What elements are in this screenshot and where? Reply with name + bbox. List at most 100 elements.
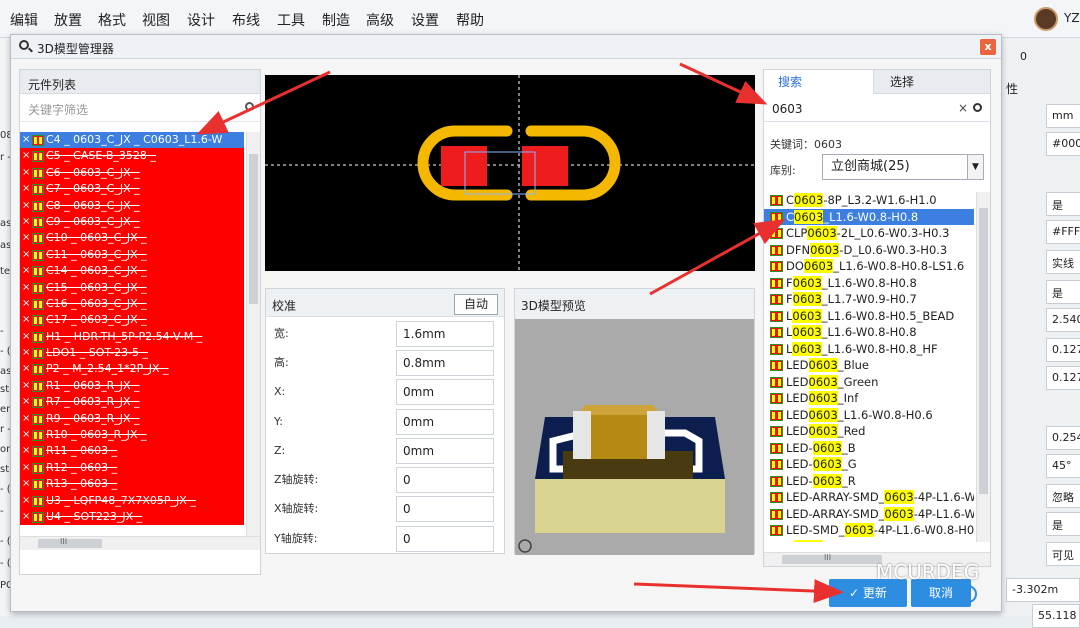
search-result-item[interactable]: R0603-4P-L1.6-W1.6-H0.6 bbox=[764, 539, 974, 542]
component-list-item[interactable]: × U4 _ SOT223_JX _ bbox=[20, 508, 244, 526]
search-result-item[interactable]: LED0603_Red bbox=[764, 423, 974, 440]
bg-value[interactable]: 55.118 bbox=[1032, 604, 1080, 628]
close-icon[interactable]: x bbox=[980, 39, 996, 55]
user-name[interactable]: YZ bbox=[1064, 11, 1080, 25]
component-list-item[interactable]: × C10 _ 0603_C_JX _ bbox=[20, 230, 244, 247]
scrollbar-thumb[interactable] bbox=[249, 154, 258, 304]
search-icon[interactable] bbox=[245, 102, 254, 111]
bg-value[interactable]: 0.127 bbox=[1046, 366, 1080, 390]
3d-preview-viewport[interactable] bbox=[515, 319, 754, 555]
bg-value[interactable]: mm bbox=[1046, 104, 1080, 128]
search-result-item[interactable]: LED0603_Green bbox=[764, 374, 974, 391]
footprint-canvas[interactable] bbox=[265, 75, 755, 271]
component-list-item[interactable]: × C6 _ 0603_C_JX _ bbox=[20, 164, 244, 182]
component-list-item[interactable]: × R10 _ 0603_R_JX _ bbox=[20, 427, 244, 444]
menu-advanced[interactable]: 高级 bbox=[366, 10, 394, 30]
component-list-item[interactable]: × C5 _ CASE-B_3528 _ bbox=[20, 148, 244, 165]
y-input[interactable]: 0mm bbox=[396, 409, 494, 435]
search-result-item[interactable]: LED-0603_R bbox=[764, 473, 974, 490]
component-list-item[interactable]: × U3 _ LQFP48_7X7X05P_JX _ bbox=[20, 492, 244, 509]
search-result-item[interactable]: F0603_L1.6-W0.8-H0.8 bbox=[764, 275, 974, 292]
search-result-item[interactable]: CLP0603-2L_L0.6-W0.3-H0.3 bbox=[764, 225, 974, 242]
library-select[interactable]: 立创商城(25) ▼ bbox=[822, 154, 984, 180]
avatar[interactable] bbox=[1034, 7, 1058, 31]
height-input[interactable]: 0.8mm bbox=[396, 350, 494, 376]
search-result-item[interactable]: C0603-8P_L3.2-W1.6-H1.0 bbox=[764, 192, 974, 209]
bg-tab-label[interactable]: 0 bbox=[1020, 50, 1027, 63]
component-list-item[interactable]: × P2 _ M_2.54_1*2P_JX _ bbox=[20, 361, 244, 378]
bg-value[interactable]: -3.302m bbox=[1006, 578, 1080, 602]
vertical-scrollbar[interactable] bbox=[976, 192, 990, 542]
bg-value[interactable]: 实线 bbox=[1046, 250, 1080, 274]
menu-place[interactable]: 放置 bbox=[54, 10, 82, 30]
search-result-item[interactable]: DO0603_L1.6-W0.8-H0.8-LS1.6 bbox=[764, 258, 974, 275]
menu-format[interactable]: 格式 bbox=[98, 10, 126, 30]
z-rotation-input[interactable]: 0 bbox=[396, 467, 494, 493]
search-result-item[interactable]: LED0603_Blue bbox=[764, 357, 974, 374]
help-icon[interactable]: ? bbox=[959, 585, 977, 603]
auto-button[interactable]: 自动 bbox=[454, 294, 498, 315]
search-result-item[interactable]: LED-SMD_0603-4P-L1.6-W0.8-H0. bbox=[764, 522, 974, 539]
component-list-item[interactable]: × C8 _ 0603_C_JX _ bbox=[20, 197, 244, 214]
menu-settings[interactable]: 设置 bbox=[411, 10, 439, 30]
component-list-item[interactable]: × R13 _ 0603 _ bbox=[20, 476, 244, 493]
component-list-item[interactable]: × C15 _ 0603_C_JX _ bbox=[20, 279, 244, 296]
search-result-item[interactable]: LED-0603_B bbox=[764, 440, 974, 457]
search-result-item[interactable]: C0603_L1.6-W0.8-H0.8 bbox=[764, 208, 974, 225]
component-list-item[interactable]: × H1 _ HDR-TH_5P-P2.54-V-M _ bbox=[20, 328, 244, 346]
component-list-item[interactable]: × R7 _ 0603_R_JX _ bbox=[20, 394, 244, 411]
menu-route[interactable]: 布线 bbox=[232, 10, 260, 30]
menu-fabrication[interactable]: 制造 bbox=[322, 10, 350, 30]
scrollbar-thumb[interactable] bbox=[38, 539, 102, 548]
search-result-item[interactable]: F0603_L1.7-W0.9-H0.7 bbox=[764, 291, 974, 308]
bg-value[interactable]: #FFF bbox=[1046, 220, 1080, 244]
bg-value[interactable]: 45° bbox=[1046, 454, 1080, 478]
search-result-item[interactable]: L0603_L1.6-W0.8-H0.8_HF bbox=[764, 341, 974, 358]
bg-value[interactable]: 忽略 bbox=[1046, 484, 1080, 508]
search-result-item[interactable]: LED0603_L1.6-W0.8-H0.6 bbox=[764, 407, 974, 424]
menu-tools[interactable]: 工具 bbox=[277, 10, 305, 30]
bg-value[interactable]: 0.254 bbox=[1046, 426, 1080, 450]
bg-value[interactable]: 是 bbox=[1046, 280, 1080, 304]
menu-edit[interactable]: 编辑 bbox=[10, 10, 38, 30]
bg-value[interactable]: 是 bbox=[1046, 192, 1080, 216]
component-list-item[interactable]: × R12 _ 0603 _ bbox=[20, 459, 244, 477]
width-input[interactable]: 1.6mm bbox=[396, 321, 494, 347]
component-list-item[interactable]: × C17 _ 0603_C_JX _ bbox=[20, 312, 244, 329]
component-list-item[interactable]: × LDO1 _ SOT-23-5 _ bbox=[20, 345, 244, 362]
component-list-item[interactable]: × C14 _ 0603_C_JX _ bbox=[20, 263, 244, 280]
component-list-item[interactable]: × C9 _ 0603_C_JX _ bbox=[20, 213, 244, 231]
bg-value[interactable]: 是 bbox=[1046, 512, 1080, 536]
x-input[interactable]: 0mm bbox=[396, 379, 494, 405]
tab-search[interactable]: 搜索 bbox=[764, 70, 874, 94]
horizontal-scrollbar[interactable]: III bbox=[20, 536, 260, 550]
component-list-item[interactable]: × C11 _ 0603_C_JX _ bbox=[20, 246, 244, 264]
search-result-item[interactable]: L0603_L1.6-W0.8-H0.8 bbox=[764, 324, 974, 341]
chevron-down-icon[interactable]: ▼ bbox=[967, 155, 983, 179]
menu-design[interactable]: 设计 bbox=[187, 10, 215, 30]
search-input[interactable]: 0603 × bbox=[764, 96, 990, 122]
search-result-item[interactable]: DFN0603-D_L0.6-W0.3-H0.3 bbox=[764, 242, 974, 259]
search-icon[interactable] bbox=[973, 103, 982, 112]
component-list-item[interactable]: × R9 _ 0603_R_JX _ bbox=[20, 410, 244, 428]
menu-view[interactable]: 视图 bbox=[142, 10, 170, 30]
component-list-item[interactable]: × C16 _ 0603_C_JX _ bbox=[20, 295, 244, 313]
bg-value[interactable]: 2.540 bbox=[1046, 308, 1080, 332]
bg-value[interactable]: #000 bbox=[1046, 132, 1080, 156]
component-list-item[interactable]: × R1 _ 0603_R_JX _ bbox=[20, 377, 244, 395]
search-result-item[interactable]: LED-0603_G bbox=[764, 456, 974, 473]
component-list-item[interactable]: × C4 _ 0603_C_JX _ C0603_L1.6-W bbox=[20, 132, 244, 149]
component-list-item[interactable]: × C7 _ 0603_C_JX _ bbox=[20, 181, 244, 198]
menu-help[interactable]: 帮助 bbox=[456, 10, 484, 30]
scrollbar-thumb[interactable] bbox=[782, 555, 882, 564]
vertical-scrollbar[interactable] bbox=[246, 132, 260, 536]
clear-icon[interactable]: × bbox=[958, 101, 968, 115]
y-rotation-input[interactable]: 0 bbox=[396, 526, 494, 552]
search-result-item[interactable]: LED-ARRAY-SMD_0603-4P-L1.6-W bbox=[764, 506, 974, 523]
bg-value[interactable]: 0.127 bbox=[1046, 338, 1080, 362]
x-rotation-input[interactable]: 0 bbox=[396, 496, 494, 522]
search-result-item[interactable]: LED0603_Inf bbox=[764, 390, 974, 407]
search-result-item[interactable]: L0603_L1.6-W0.8-H0.5_BEAD bbox=[764, 308, 974, 325]
tab-select[interactable]: 选择 bbox=[876, 70, 928, 94]
search-result-item[interactable]: LED-ARRAY-SMD_0603-4P-L1.6-W bbox=[764, 489, 974, 506]
